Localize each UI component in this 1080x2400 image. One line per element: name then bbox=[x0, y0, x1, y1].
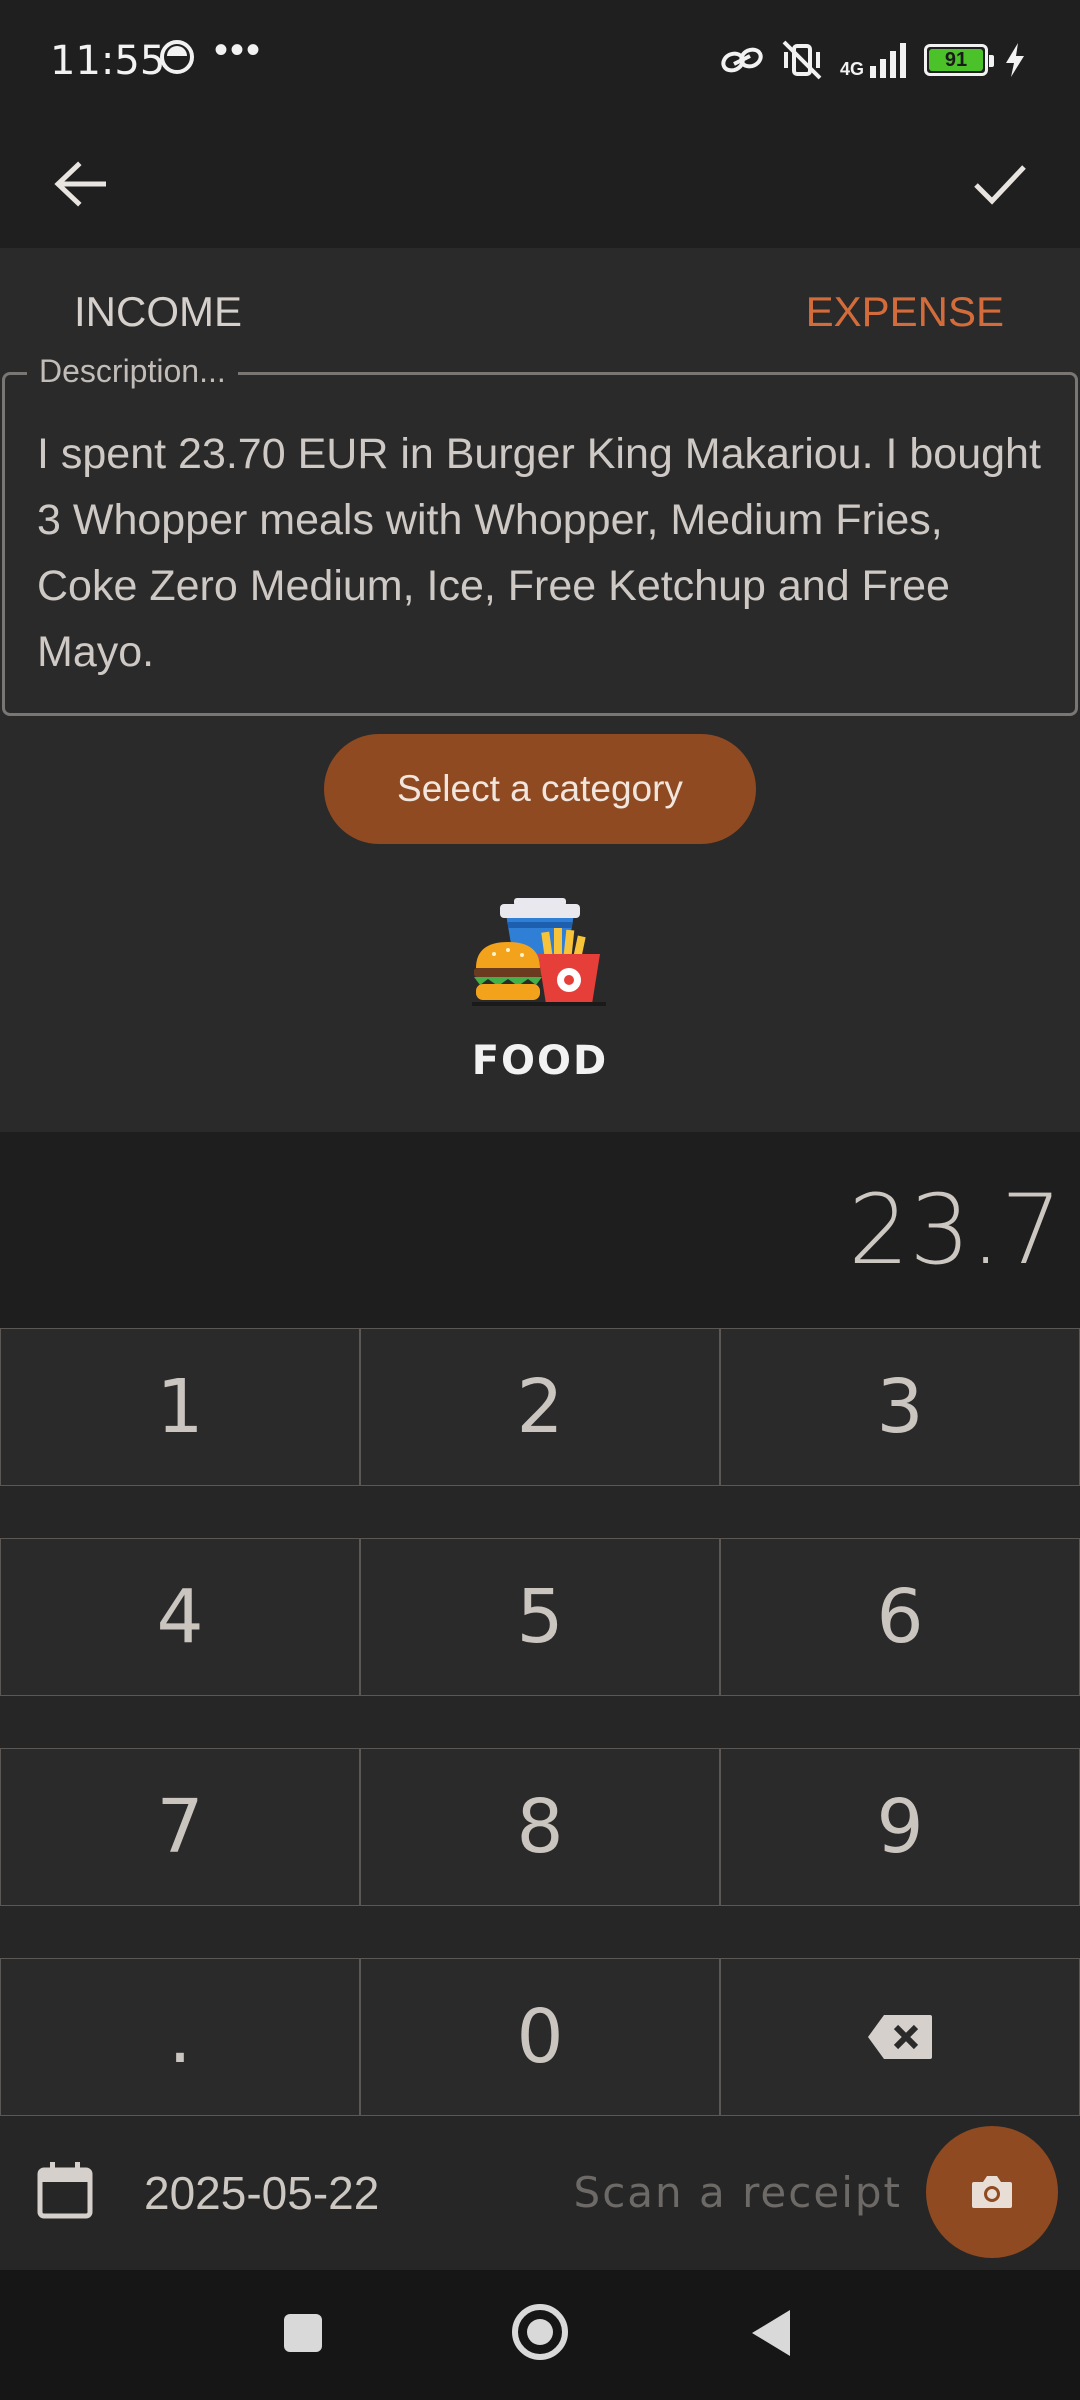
key-0[interactable]: 0 bbox=[360, 1958, 720, 2116]
key-2[interactable]: 2 bbox=[360, 1328, 720, 1486]
status-time: 11:55 bbox=[50, 38, 166, 84]
key-5[interactable]: 5 bbox=[360, 1538, 720, 1696]
key-8[interactable]: 8 bbox=[360, 1748, 720, 1906]
camera-icon bbox=[972, 2176, 1012, 2208]
network-type: 4G bbox=[839, 59, 864, 79]
tab-expense[interactable]: EXPENSE bbox=[806, 288, 1004, 336]
fast-food-icon[interactable] bbox=[470, 892, 610, 1032]
description-text[interactable]: I spent 23.70 EUR in Burger King Makario… bbox=[37, 421, 1043, 685]
back-icon[interactable] bbox=[752, 2310, 790, 2356]
signal-icon bbox=[870, 43, 906, 78]
more-notifications-icon: ••• bbox=[214, 28, 263, 72]
description-field[interactable]: Description... I spent 23.70 EUR in Burg… bbox=[2, 353, 1078, 716]
home-icon[interactable] bbox=[512, 2304, 568, 2360]
status-icons: 4G 91 bbox=[720, 36, 1026, 84]
keypad-row: 4 5 6 bbox=[0, 1538, 1080, 1696]
face-icon bbox=[160, 40, 194, 74]
selected-category-label: FOOD bbox=[471, 1038, 609, 1084]
backspace-button[interactable] bbox=[720, 1958, 1080, 2116]
key-4[interactable]: 4 bbox=[0, 1538, 360, 1696]
select-category-button[interactable]: Select a category bbox=[324, 734, 756, 844]
date-value[interactable]: 2025-05-22 bbox=[144, 2166, 379, 2220]
status-bar: 11:55 ••• 4G 91 bbox=[0, 0, 1080, 120]
bottom-bar: 2025-05-22 Scan a receipt bbox=[0, 2116, 1080, 2270]
description-label: Description... bbox=[27, 353, 238, 390]
arrow-left-icon bbox=[54, 161, 106, 207]
top-app-bar bbox=[0, 120, 1080, 248]
key-7[interactable]: 7 bbox=[0, 1748, 360, 1906]
link-icon bbox=[721, 47, 763, 73]
save-button[interactable] bbox=[960, 144, 1040, 224]
recents-icon[interactable] bbox=[284, 2314, 322, 2352]
key-1[interactable]: 1 bbox=[0, 1328, 360, 1486]
check-icon bbox=[974, 165, 1026, 205]
amount-display: 23.7 bbox=[0, 1132, 1080, 1328]
system-nav-bar bbox=[0, 2270, 1080, 2400]
scan-receipt-button[interactable] bbox=[926, 2126, 1058, 2258]
vibrate-off-icon bbox=[782, 40, 822, 80]
signal-group: 4G bbox=[840, 42, 908, 78]
battery-level: 91 bbox=[929, 49, 983, 71]
key-decimal[interactable]: . bbox=[0, 1958, 360, 2116]
key-6[interactable]: 6 bbox=[720, 1538, 1080, 1696]
transaction-type-toggle: INCOME EXPENSE bbox=[0, 248, 1080, 368]
key-9[interactable]: 9 bbox=[720, 1748, 1080, 1906]
details-panel: Description... I spent 23.70 EUR in Burg… bbox=[0, 353, 1080, 1132]
amount-value: 23.7 bbox=[848, 1174, 1062, 1286]
battery-icon: 91 bbox=[924, 44, 994, 76]
back-button[interactable] bbox=[40, 144, 120, 224]
charging-icon bbox=[1006, 43, 1024, 77]
numeric-keypad: 1 2 3 4 5 6 7 8 9 . 0 bbox=[0, 1328, 1080, 2116]
tab-income[interactable]: INCOME bbox=[74, 288, 242, 336]
key-3[interactable]: 3 bbox=[720, 1328, 1080, 1486]
keypad-row: 1 2 3 bbox=[0, 1328, 1080, 1486]
calendar-icon[interactable] bbox=[36, 2160, 94, 2220]
scan-receipt-label[interactable]: Scan a receipt bbox=[574, 2168, 902, 2217]
keypad-row: . 0 bbox=[0, 1958, 1080, 2116]
backspace-icon bbox=[868, 2015, 932, 2059]
keypad-row: 7 8 9 bbox=[0, 1748, 1080, 1906]
